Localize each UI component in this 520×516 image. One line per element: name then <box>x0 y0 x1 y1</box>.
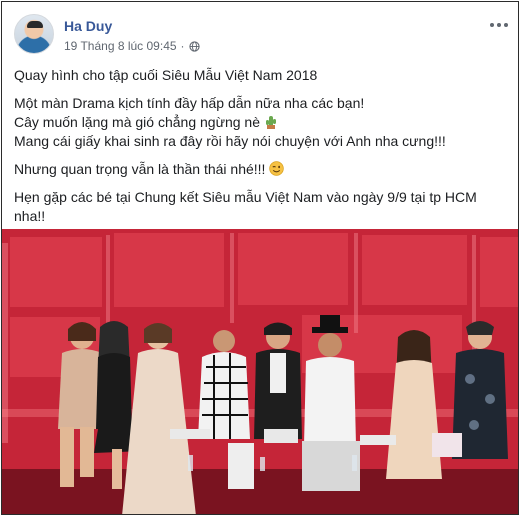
facebook-post: Ha Duy 19 Tháng 8 lúc 09:45 · Quay hình … <box>1 1 519 515</box>
avatar[interactable] <box>14 14 54 54</box>
meta-separator: · <box>180 39 185 53</box>
post-line: Cây muốn lặng mà gió chẳng ngừng nè <box>14 113 510 132</box>
photo-judges-panel <box>2 229 518 514</box>
post-line: Mang cái giấy khai sinh ra đây rồi hãy n… <box>14 133 446 149</box>
globe-icon[interactable] <box>188 40 200 52</box>
post-paragraph: Một màn Drama kịch tính đầy hấp dẫn nữa … <box>14 94 510 151</box>
post-text: Quay hình cho tập cuối Siêu Mẫu Việt Nam… <box>14 66 510 235</box>
cactus-emoji-icon <box>265 116 276 129</box>
post-line: Một màn Drama kịch tính đầy hấp dẫn nữa … <box>14 95 365 111</box>
post-timestamp[interactable]: 19 Tháng 8 lúc 09:45 <box>64 39 177 53</box>
post-paragraph: Nhưng quan trọng vẫn là thần thái nhé!!! <box>14 160 510 179</box>
post-paragraph: Hẹn gặp các bé tại Chung kết Siêu mẫu Vi… <box>14 189 477 224</box>
author-name[interactable]: Ha Duy <box>64 18 112 34</box>
post-paragraph: Quay hình cho tập cuối Siêu Mẫu Việt Nam… <box>14 67 318 83</box>
post-meta: 19 Tháng 8 lúc 09:45 · <box>64 39 200 53</box>
post-header: Ha Duy 19 Tháng 8 lúc 09:45 · <box>14 14 510 58</box>
more-options-icon[interactable] <box>490 18 510 32</box>
post-photo[interactable] <box>2 229 518 514</box>
post-line-text: Cây muốn lặng mà gió chẳng ngừng nè <box>14 114 260 130</box>
post-line-text: Nhưng quan trọng vẫn là thần thái nhé!!! <box>14 161 266 177</box>
winking-face-emoji-icon <box>269 161 285 176</box>
